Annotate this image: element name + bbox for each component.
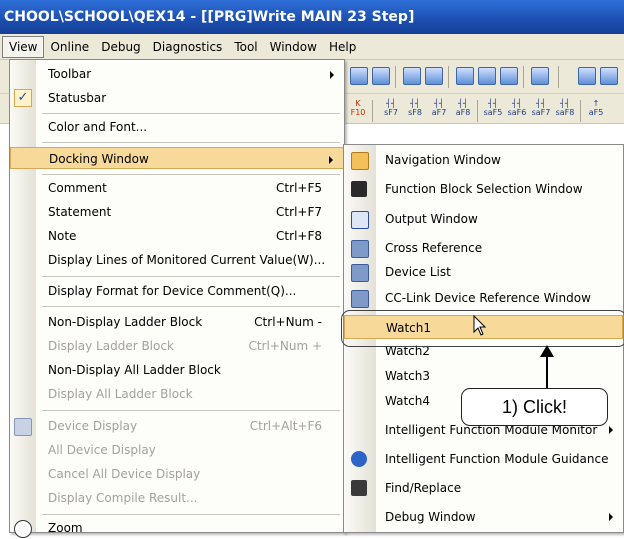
menu-separator (42, 174, 340, 175)
menu-view[interactable]: View (2, 35, 45, 58)
toolbar-separator (477, 100, 478, 122)
menu-item-display-all: Display All Ladder Block (48, 387, 193, 401)
menu-item-debug-window[interactable]: Debug Window (344, 505, 623, 529)
menu-item-comment[interactable]: Comment Ctrl+F5 (10, 177, 344, 199)
menu-tool[interactable]: Tool (228, 36, 263, 58)
function-key-icon[interactable]: ┤┤ saF6 (506, 99, 528, 117)
binoculars-icon (351, 480, 367, 496)
menu-item-cross-reference[interactable]: Cross Reference (344, 236, 623, 260)
ladder-button-icon[interactable] (600, 67, 618, 85)
submenu-arrow-icon (329, 156, 333, 164)
navigation-window-icon (351, 152, 369, 170)
dev-button-icon[interactable] (425, 67, 443, 85)
menu-item-display-ladder: Display Ladder Block Ctrl+Num + (48, 339, 322, 353)
function-key-icon[interactable]: ┤┤ sF8 (404, 99, 426, 117)
toolbar-button-icon[interactable] (350, 67, 368, 85)
menu-item-watch3[interactable]: Watch3 (344, 364, 623, 388)
toolbar-button-icon[interactable] (372, 67, 390, 85)
submenu-arrow-icon (609, 426, 613, 434)
menu-item-find-replace[interactable]: Find/Replace (344, 476, 623, 500)
menu-item-fb-selection[interactable]: Function Block Selection Window (344, 177, 623, 201)
submenu-arrow-icon (330, 71, 334, 79)
click-callout: 1) Click! (461, 388, 608, 426)
device-display-icon (14, 418, 32, 436)
toolbar-separator (523, 66, 524, 88)
menu-separator (42, 306, 340, 307)
menu-item-docking-window[interactable]: Docking Window (10, 147, 344, 169)
dev-button-icon[interactable] (403, 67, 421, 85)
menu-item-all-device-display: All Device Display (48, 443, 156, 457)
cross-reference-icon (351, 240, 369, 258)
toolbar-separator (448, 66, 449, 88)
menu-item-navigation-window[interactable]: Navigation Window (344, 148, 623, 172)
menu-item-zoom[interactable]: Zoom (10, 517, 344, 539)
function-key-icon[interactable]: ┤┤ aF7 (428, 99, 450, 117)
menu-item-display-format[interactable]: Display Format for Device Comment(Q)... (10, 280, 344, 302)
menu-window[interactable]: Window (264, 36, 323, 58)
toolbar-separator (558, 66, 559, 88)
toolbar-separator (580, 100, 581, 122)
menu-item-note[interactable]: Note Ctrl+F8 (10, 225, 344, 247)
zoom-icon (14, 520, 32, 538)
menu-separator (42, 142, 340, 143)
menu-separator (42, 276, 340, 277)
menu-online[interactable]: Online (44, 36, 95, 58)
function-key-icon[interactable]: K F10 (347, 99, 369, 117)
function-key-icon[interactable]: ↑ aF5 (585, 99, 607, 117)
menu-item-color-font[interactable]: Color and Font... (10, 116, 344, 138)
menu-item-device-display: Device Display Ctrl+Alt+F6 (10, 415, 344, 437)
cclink-device-icon (351, 290, 369, 308)
menu-item-output-window[interactable]: Output Window (344, 207, 623, 231)
window-title: CHOOL\SCHOOL\QEX14 - [[PRG]Write MAIN 23… (0, 0, 624, 34)
mouse-cursor-icon (473, 315, 487, 336)
function-key-icon[interactable]: ┤┤ sF7 (380, 99, 402, 117)
menu-diagnostics[interactable]: Diagnostics (147, 36, 229, 58)
toolbar-separator (372, 100, 373, 122)
menu-separator (42, 410, 340, 411)
menu-separator (42, 514, 340, 515)
toolbar-button-icon[interactable] (478, 67, 496, 85)
output-window-icon (351, 211, 369, 229)
function-key-icon[interactable]: ┤┤ saF5 (482, 99, 504, 117)
menu-item-non-display-all[interactable]: Non-Display All Ladder Block (10, 359, 344, 381)
menu-help[interactable]: Help (323, 36, 362, 58)
ladder-button-icon[interactable] (578, 67, 596, 85)
function-key-icon[interactable]: ┤┤ saF8 (554, 99, 576, 117)
menu-item-cancel-all-device: Cancel All Device Display (48, 467, 201, 481)
view-menu: Toolbar ✓ Statusbar Color and Font... Do… (9, 59, 345, 538)
checkmark-icon: ✓ (14, 89, 32, 107)
menu-bar: View Online Debug Diagnostics Tool Windo… (0, 34, 624, 60)
submenu-arrow-icon (609, 513, 613, 521)
monitor-button-icon[interactable] (531, 67, 549, 85)
arrow-line (546, 356, 548, 389)
menu-item-ifm-guidance[interactable]: Intelligent Function Module Guidance (344, 447, 623, 471)
help-icon (351, 451, 367, 467)
toolbar-button-icon[interactable] (456, 67, 474, 85)
menu-item-statement[interactable]: Statement Ctrl+F7 (10, 201, 344, 223)
menu-separator (42, 113, 340, 114)
menu-item-display-lines[interactable]: Display Lines of Monitored Current Value… (10, 249, 344, 271)
device-list-icon (351, 264, 369, 282)
menu-item-statusbar[interactable]: ✓ Statusbar (10, 87, 344, 109)
menu-item-non-display-ladder[interactable]: Non-Display Ladder Block Ctrl+Num - (10, 311, 344, 333)
menu-debug[interactable]: Debug (95, 36, 146, 58)
function-key-icon[interactable]: ┤┤ saF7 (530, 99, 552, 117)
toolbar-separator (395, 66, 396, 88)
menu-item-display-compile: Display Compile Result... (48, 491, 198, 505)
function-block-icon (351, 181, 367, 197)
menu-item-device-list[interactable]: Device List (344, 260, 623, 284)
menu-item-toolbar[interactable]: Toolbar (10, 63, 344, 85)
toolbar-button-icon[interactable] (500, 67, 518, 85)
function-key-icon[interactable]: ┤┤ aF8 (452, 99, 474, 117)
menu-item-cclink-device[interactable]: CC-Link Device Reference Window (344, 286, 623, 310)
